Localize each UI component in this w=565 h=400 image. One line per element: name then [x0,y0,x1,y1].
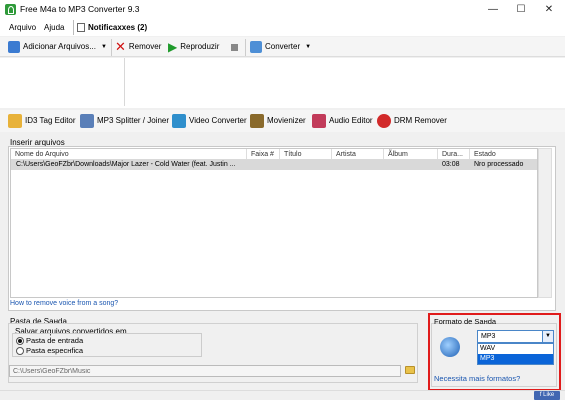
cell-filename: C:\Users\GeoFZbr\Downloads\Major Lazer -… [16,161,236,168]
menu-help[interactable]: Ajuda [44,23,64,32]
play-button[interactable]: ▶ Reproduzir [168,40,219,54]
remove-label: Remover [128,42,162,51]
chevron-down-icon: ▼ [305,44,312,50]
disc-globe-icon [440,337,460,357]
panel-divider [124,58,125,106]
minimize-button[interactable]: — [479,0,507,19]
tool-movienizer[interactable]: Movienizer [250,113,306,129]
remove-button[interactable]: ✕ Remover [115,40,161,54]
tool-id3-tag-editor[interactable]: ID3 Tag Editor [8,113,76,129]
browse-folder-icon[interactable] [405,366,415,374]
add-files-button[interactable]: Adicionar Arquivos... ▼ [8,40,107,54]
drm-remover-icon [377,114,391,128]
close-button[interactable]: ✕ [535,0,563,19]
more-formats-link[interactable]: Necessita mais formatos? [434,374,520,383]
chevron-down-icon: ▼ [100,44,107,50]
toolbar-separator [245,39,246,56]
table-scrollbar[interactable] [538,148,552,298]
format-option-wav[interactable]: WAV [478,344,553,354]
panel-gap [0,106,565,108]
tool-label: Movienizer [267,116,306,125]
output-path-field[interactable] [9,365,401,377]
add-files-label: Adicionar Arquivos... [23,42,96,51]
chevron-down-icon[interactable]: ▼ [542,331,553,342]
window-title: Free M4a to MP3 Converter 9.3 [20,4,140,14]
tool-label: Video Converter [189,116,247,125]
maximize-button[interactable]: ☐ [507,0,535,19]
cell-duration: 03:08 [442,161,460,168]
format-option-mp3[interactable]: MP3 [478,354,553,364]
radio-specific-folder[interactable]: Pasta especнfica [16,346,83,356]
status-bar [0,390,565,400]
play-icon: ▶ [168,40,178,54]
tag-editor-icon [8,114,22,128]
tool-label: DRM Remover [394,116,447,125]
radio-label: Pasta de entrada [26,336,84,345]
add-files-icon [8,41,20,53]
radio-input-folder[interactable]: Pasta de entrada [16,336,83,346]
menu-file[interactable]: Arquivo [9,23,36,32]
app-logo-icon [5,4,16,15]
tool-label: Audio Editor [329,116,373,125]
tool-mp3-splitter[interactable]: MP3 Splitter / Joiner [80,113,169,129]
tool-drm-remover[interactable]: DRM Remover [377,113,447,129]
convert-button[interactable]: Converter ▼ [250,40,311,54]
remove-voice-link[interactable]: How to remove voice from a song? [10,300,118,307]
play-label: Reproduzir [180,42,220,51]
tool-label: ID3 Tag Editor [25,116,76,125]
radio-unselected-icon [16,347,24,356]
cell-status: Nro processado [474,161,524,168]
remove-x-icon: ✕ [115,39,126,54]
toolbar-separator [111,39,112,56]
radio-selected-icon [16,337,24,346]
notifications-tab[interactable]: Notificaxxes (2) [73,20,151,35]
radio-label: Pasta especнfica [26,346,84,355]
movienizer-icon [250,114,264,128]
tool-audio-editor[interactable]: Audio Editor [312,113,373,129]
file-table[interactable] [10,148,538,298]
tool-label: MP3 Splitter / Joiner [97,116,170,125]
splitter-icon [80,114,94,128]
preview-area [0,58,565,106]
notifications-label: Notificaxxes (2) [88,23,148,32]
like-label: Like [543,392,555,398]
audio-editor-icon [312,114,326,128]
convert-label: Converter [265,42,301,51]
notification-page-icon [77,23,85,32]
video-converter-icon [172,114,186,128]
stop-icon[interactable] [231,44,238,51]
convert-icon [250,41,262,53]
tool-video-converter[interactable]: Video Converter [172,113,247,129]
facebook-like-button[interactable]: f Like [534,391,560,400]
output-format-label: Formato de Saнda [434,317,497,326]
